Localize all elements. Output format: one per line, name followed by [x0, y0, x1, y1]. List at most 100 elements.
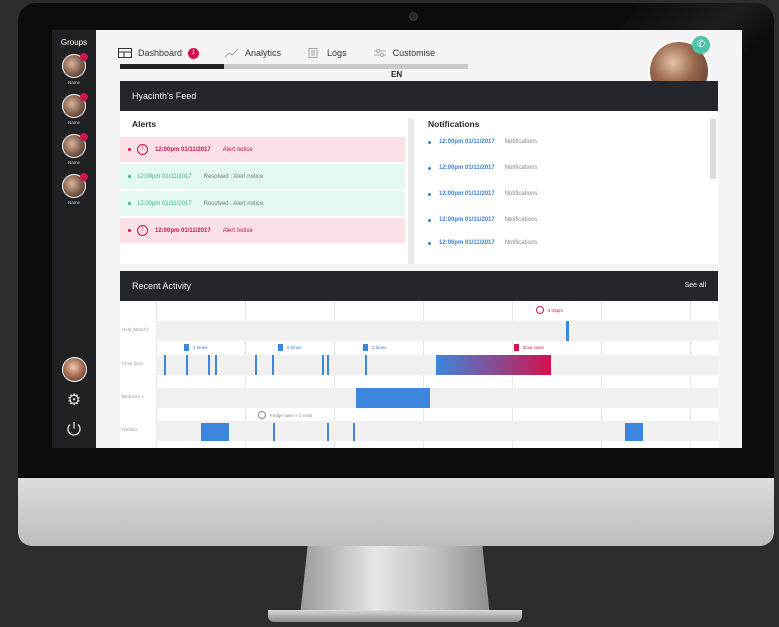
- progress-fill: [120, 64, 225, 69]
- activity-timeline: Help (Watch) Front Door Bedroom 1 Kitche…: [120, 301, 718, 448]
- notification-badge: [80, 173, 88, 181]
- lane-label: Bedroom 1: [122, 394, 145, 399]
- lane-track: [156, 321, 718, 341]
- event-bar[interactable]: [327, 355, 329, 375]
- power-icon[interactable]: [65, 420, 83, 438]
- alerts-scrollbar[interactable]: [408, 119, 414, 264]
- alert-row[interactable]: 12:00pm 01/11/2017 Resolved : Alert noti…: [120, 191, 405, 216]
- activity-header: Recent Activity See all: [120, 271, 718, 301]
- lane-label: Front Door: [122, 361, 144, 366]
- notification-badge: [80, 93, 88, 101]
- group-item[interactable]: Name: [61, 133, 88, 165]
- notification-time: 12:00pm 01/11/2017: [439, 191, 495, 197]
- tab-analytics[interactable]: Analytics: [224, 44, 282, 62]
- annotation-text: 4:15pm: [548, 307, 564, 313]
- annotation-text: 4 times: [193, 345, 208, 350]
- event-bar[interactable]: [272, 355, 274, 375]
- notifications-scrollbar[interactable]: [710, 119, 716, 179]
- monitor-base: [268, 610, 522, 622]
- alert-time: 12:00pm 01/11/2017: [137, 173, 192, 180]
- group-name: Name: [67, 80, 80, 85]
- event-bar[interactable]: [322, 355, 324, 375]
- notification-time: 12:00pm 01/11/2017: [439, 139, 495, 145]
- notification-badge: [80, 133, 88, 141]
- door-icon: [363, 344, 368, 351]
- current-user-avatar[interactable]: [62, 357, 87, 382]
- door-icon: [278, 344, 283, 351]
- door-open-event-bar[interactable]: [436, 355, 551, 375]
- see-all-link[interactable]: See all: [685, 271, 706, 301]
- group-item[interactable]: Name: [61, 93, 88, 125]
- group-item[interactable]: Name: [61, 53, 88, 85]
- tab-label: Dashboard: [138, 48, 183, 58]
- bullet: [428, 140, 431, 144]
- event-bar[interactable]: [215, 355, 217, 375]
- notification-row[interactable]: 12:00pm 01/11/2017 Notifications: [428, 185, 537, 203]
- feed-header: Hyacinth's Feed: [120, 81, 718, 111]
- alert-row[interactable]: ! 12:00pm 01/11/2017 Alert notice: [120, 137, 405, 162]
- event-bar[interactable]: [365, 355, 367, 375]
- clock-alert-icon: !: [137, 144, 148, 155]
- notifications-title: Notifications: [428, 119, 480, 129]
- event-bar[interactable]: [201, 423, 229, 441]
- bullet: [128, 148, 131, 151]
- notification-row[interactable]: 12:00pm 01/11/2017 Notifications: [428, 133, 537, 151]
- event-bar[interactable]: [353, 423, 355, 441]
- timeline-count-annotation[interactable]: 4 times: [184, 344, 208, 351]
- avatar: [62, 93, 88, 118]
- event-bar[interactable]: [625, 423, 643, 441]
- alert-time: 12:00pm 01/11/2017: [137, 200, 192, 207]
- alert-message: Alert notice: [222, 146, 253, 153]
- tab-dashboard[interactable]: Dashboard 1: [118, 44, 200, 62]
- notification-row[interactable]: 12:00pm 01/11/2017 Notifications: [428, 159, 537, 177]
- bullet: [128, 202, 131, 205]
- language-selector[interactable]: EN: [391, 70, 402, 79]
- event-bar[interactable]: [208, 355, 210, 375]
- timeline-alert-annotation[interactable]: Door open: [514, 344, 544, 351]
- logs-icon: [307, 48, 321, 58]
- main-tabs: Dashboard 1 Analytics Logs Customise: [118, 44, 461, 62]
- event-bar[interactable]: [186, 355, 188, 375]
- event-bar[interactable]: [327, 423, 329, 441]
- group-name: Name: [67, 160, 80, 165]
- clock-alert-icon: [536, 306, 544, 314]
- feed-title: Hyacinth's Feed: [132, 91, 197, 101]
- timeline-count-annotation[interactable]: 5 times: [278, 344, 302, 351]
- alert-row[interactable]: 12:00pm 01/11/2017 Resolved : Alert noti…: [120, 164, 405, 189]
- notification-row[interactable]: 12:00pm 01/11/2017 Notifications: [428, 234, 537, 252]
- notification-message: Notifications: [504, 240, 538, 246]
- avatar: [62, 133, 88, 158]
- event-bar[interactable]: [164, 355, 166, 375]
- event-bar[interactable]: [273, 423, 275, 441]
- phone-icon[interactable]: ✆: [692, 36, 710, 54]
- timeline-count-annotation[interactable]: 2 times: [363, 344, 387, 351]
- tab-customise[interactable]: Customise: [373, 44, 435, 62]
- alert-row[interactable]: ! 12:00pm 01/11/2017 Alert notice: [120, 218, 405, 243]
- timeline-alert-annotation[interactable]: 4:15pm: [536, 306, 563, 314]
- annotation-text: 5 times: [287, 345, 302, 350]
- event-bar[interactable]: [356, 388, 430, 408]
- dashboard-screen: Groups Name Name Name Name ⚙ Dashboard 1…: [52, 30, 742, 448]
- tab-logs[interactable]: Logs: [307, 44, 347, 62]
- alert-time: 12:00pm 01/11/2017: [155, 146, 211, 153]
- notification-row[interactable]: 12:00pm 01/11/2017 Notifications: [428, 211, 537, 229]
- event-bar[interactable]: [566, 321, 569, 341]
- clock-alert-icon: !: [137, 225, 148, 236]
- alert-message: Resolved : Alert notice: [203, 173, 264, 180]
- alert-message: Resolved : Alert notice: [203, 200, 264, 207]
- tab-label: Analytics: [245, 48, 282, 58]
- alert-message: Alert notice: [222, 227, 253, 234]
- notification-message: Notifications: [504, 191, 538, 197]
- event-bar[interactable]: [255, 355, 257, 375]
- annotation-text: Fridge open > 2 mins: [270, 412, 313, 418]
- annotation-text: 2 times: [372, 345, 387, 350]
- notification-message: Notifications: [504, 217, 538, 223]
- group-item[interactable]: Name: [61, 173, 88, 205]
- alerts-title: Alerts: [132, 119, 157, 129]
- imac-mockup: Groups Name Name Name Name ⚙ Dashboard 1…: [0, 0, 779, 627]
- sidebar-title: Groups: [60, 38, 88, 47]
- group-name: Name: [67, 200, 80, 205]
- timeline-info-annotation[interactable]: Fridge open > 2 mins: [258, 411, 312, 419]
- gear-icon[interactable]: ⚙: [65, 392, 83, 410]
- camera-icon: [409, 12, 418, 21]
